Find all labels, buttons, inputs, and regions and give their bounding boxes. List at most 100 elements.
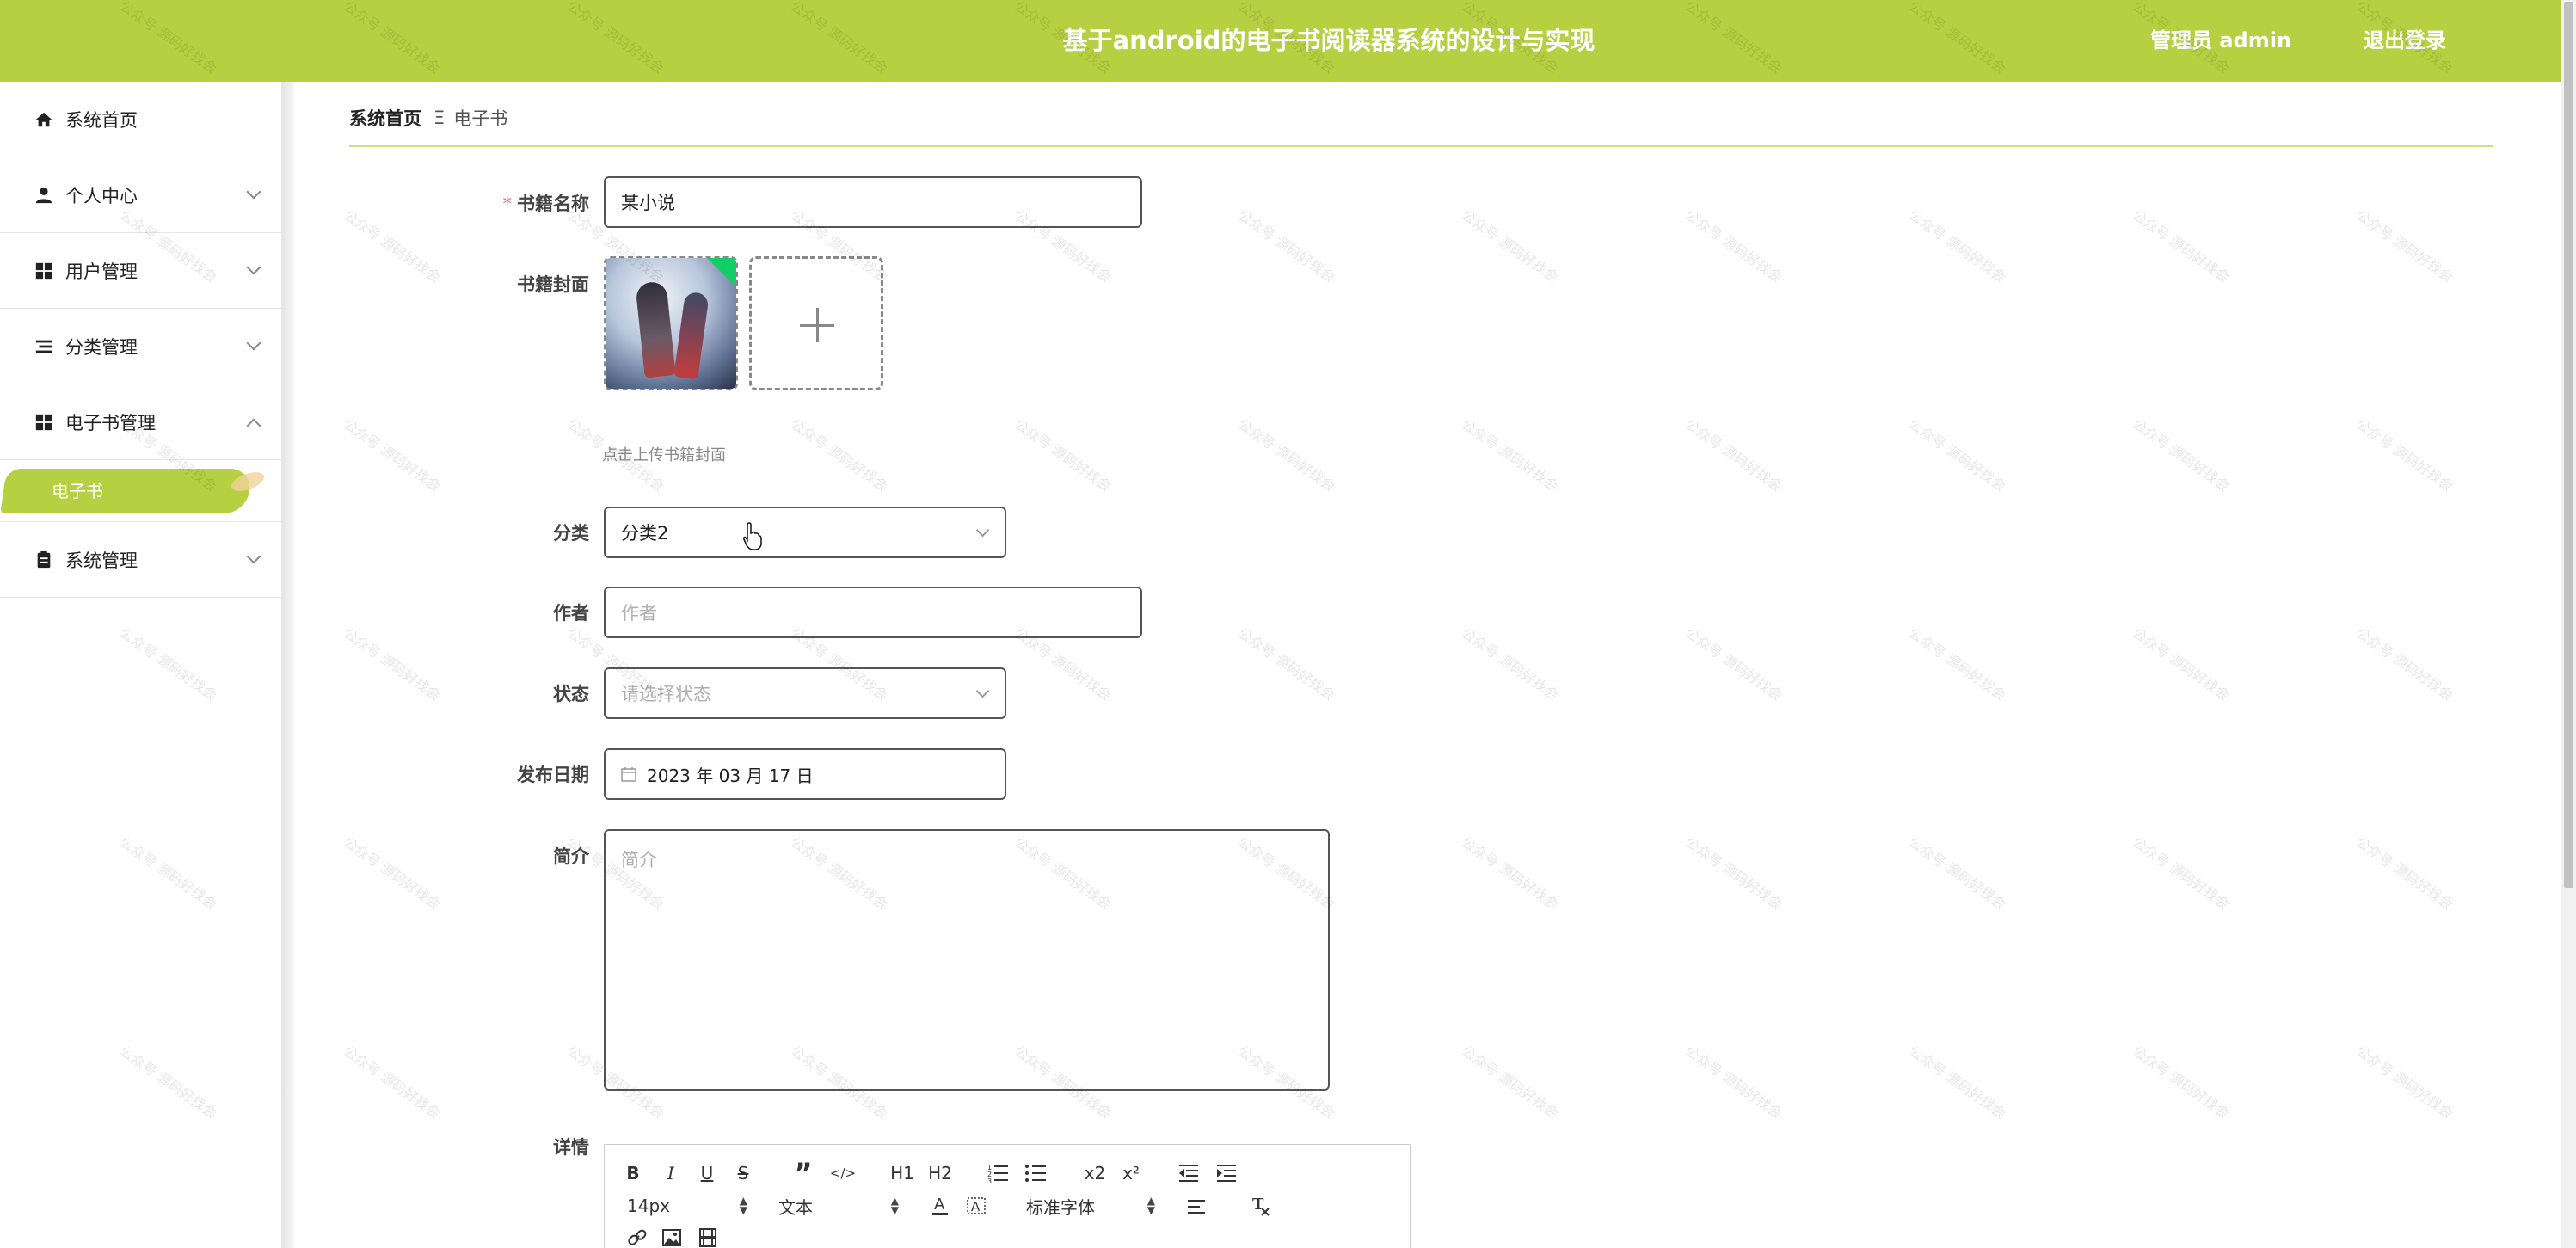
sidebar-item-categories[interactable]: 分类管理 bbox=[0, 309, 281, 384]
status-label: 状态 bbox=[553, 684, 589, 704]
blockquote-button[interactable]: ” bbox=[792, 1157, 815, 1190]
code-button[interactable]: </> bbox=[830, 1160, 856, 1186]
chevron-up-icon bbox=[246, 418, 261, 433]
video-icon[interactable] bbox=[698, 1227, 718, 1248]
watermark-text: 公众号 源码好找会 bbox=[2129, 415, 2233, 495]
page-scrollbar[interactable] bbox=[2561, 0, 2576, 1248]
hand-cursor-icon bbox=[743, 522, 762, 550]
svg-text:T: T bbox=[1252, 1196, 1264, 1214]
sidebar-item-home[interactable]: 系统首页 bbox=[0, 82, 281, 157]
chevron-down-icon bbox=[246, 335, 261, 351]
bullet-list-icon[interactable] bbox=[1024, 1162, 1047, 1184]
text-type-select[interactable]: 文本 ▲ ▼ bbox=[778, 1193, 899, 1219]
breadcrumb-home[interactable]: 系统首页 bbox=[349, 105, 421, 131]
watermark-text: 公众号 源码好找会 bbox=[2129, 624, 2233, 704]
sidebar-shadow bbox=[282, 82, 294, 1248]
sidebar-subitem-label[interactable]: 电子书 bbox=[52, 460, 103, 522]
updown-icon: ▲ ▼ bbox=[1147, 1195, 1155, 1216]
current-user: 管理员 admin bbox=[2150, 28, 2292, 52]
chevron-down-icon bbox=[246, 549, 261, 564]
svg-text:A: A bbox=[934, 1196, 945, 1214]
intro-textarea[interactable] bbox=[604, 829, 1330, 1091]
heading2-button[interactable]: H2 bbox=[926, 1160, 954, 1186]
sidebar-item-profile[interactable]: 个人中心 bbox=[0, 157, 281, 233]
sidebar-item-label: 系统首页 bbox=[65, 109, 138, 131]
plus-icon bbox=[816, 308, 819, 342]
detail-label: 详情 bbox=[553, 1137, 589, 1158]
watermark-text: 公众号 源码好找会 bbox=[1681, 1042, 1786, 1122]
chevron-down-icon bbox=[975, 523, 990, 538]
clipboard-icon bbox=[37, 550, 51, 568]
watermark-text: 公众号 源码好找会 bbox=[2352, 415, 2456, 495]
updown-icon: ▲ ▼ bbox=[890, 1195, 899, 1216]
image-icon[interactable] bbox=[661, 1227, 682, 1248]
indent-icon[interactable] bbox=[1215, 1162, 1238, 1184]
logout-button[interactable]: 退出登录 bbox=[2364, 0, 2446, 82]
watermark-text: 公众号 源码好找会 bbox=[2129, 1042, 2233, 1122]
calendar-icon bbox=[621, 767, 636, 782]
sidebar-item-ebooks[interactable]: 电子书管理 bbox=[0, 384, 281, 460]
home-icon bbox=[35, 112, 52, 126]
link-icon[interactable] bbox=[627, 1227, 648, 1248]
scrollbar-thumb[interactable] bbox=[2564, 2, 2573, 888]
date-picker[interactable]: 2023 年 03 月 17 日 bbox=[604, 748, 1006, 800]
sidebar-item-system[interactable]: 系统管理 bbox=[0, 522, 281, 598]
list-icon bbox=[35, 340, 52, 353]
chevron-down-icon bbox=[246, 260, 261, 275]
category-select[interactable]: 分类2 bbox=[604, 507, 1006, 558]
updown-icon: ▲ ▼ bbox=[739, 1195, 747, 1216]
sidebar-submenu: 电子书 bbox=[0, 460, 281, 522]
font-family-value: 标准字体 bbox=[1026, 1196, 1095, 1218]
watermark-text: 公众号 源码好找会 bbox=[1458, 1042, 1562, 1122]
sidebar: 系统首页 个人中心 用户管理 分类管理 电子书管理 电子书 系统管理 bbox=[0, 82, 282, 1248]
bold-button[interactable]: B bbox=[624, 1160, 642, 1186]
author-placeholder: 作者 bbox=[621, 603, 657, 624]
watermark-text: 公众号 源码好找会 bbox=[1234, 624, 1338, 704]
clear-format-icon[interactable]: T bbox=[1250, 1195, 1272, 1217]
font-size-select[interactable]: 14px ▲ ▼ bbox=[627, 1193, 747, 1219]
author-input[interactable]: 作者 bbox=[604, 587, 1142, 638]
sidebar-item-users[interactable]: 用户管理 bbox=[0, 233, 281, 309]
font-family-select[interactable]: 标准字体 ▲ ▼ bbox=[1026, 1193, 1155, 1219]
chevron-down-icon bbox=[975, 684, 990, 698]
background-color-icon[interactable]: A bbox=[966, 1195, 987, 1217]
status-select[interactable]: 请选择状态 bbox=[604, 667, 1006, 719]
watermark-text: 公众号 源码好找会 bbox=[340, 1042, 444, 1122]
cover-image[interactable] bbox=[604, 256, 738, 390]
align-icon[interactable] bbox=[1186, 1196, 1207, 1217]
author-label: 作者 bbox=[553, 603, 589, 624]
svg-text:3: 3 bbox=[987, 1177, 992, 1184]
chevron-down-icon bbox=[246, 184, 261, 200]
breadcrumb-current: 电子书 bbox=[453, 108, 508, 129]
strike-button[interactable]: S bbox=[734, 1160, 753, 1186]
watermark-text: 公众号 源码好找会 bbox=[2352, 624, 2456, 704]
cover-label: 书籍封面 bbox=[517, 274, 589, 295]
outdent-icon[interactable] bbox=[1177, 1162, 1200, 1184]
underline-button[interactable]: U bbox=[698, 1160, 716, 1186]
watermark-text: 公众号 源码好找会 bbox=[787, 415, 891, 495]
book-name-input[interactable]: 某小说 bbox=[604, 176, 1142, 228]
subscript-button[interactable]: x2 bbox=[1083, 1160, 1107, 1186]
italic-button[interactable]: I bbox=[661, 1160, 680, 1186]
watermark-text: 公众号 源码好找会 bbox=[2129, 206, 2233, 286]
watermark-text: 公众号 源码好找会 bbox=[1905, 1042, 2009, 1122]
watermark-text: 公众号 源码好找会 bbox=[2352, 206, 2456, 286]
breadcrumb-divider bbox=[349, 145, 2493, 147]
category-value: 分类2 bbox=[621, 523, 669, 544]
font-color-icon[interactable]: A bbox=[930, 1195, 950, 1217]
category-label: 分类 bbox=[553, 523, 589, 544]
watermark-text: 公众号 源码好找会 bbox=[1681, 624, 1786, 704]
heading1-button[interactable]: H1 bbox=[888, 1160, 916, 1186]
upload-cover-button[interactable] bbox=[749, 256, 883, 390]
superscript-button[interactable]: x² bbox=[1119, 1160, 1143, 1186]
rich-text-editor: B I U S ” </> H1 H2 123 x2 x² 14px ▲ ▼ 文本 ▲… bbox=[604, 1144, 1411, 1248]
book-name-value: 某小说 bbox=[621, 193, 675, 213]
cover-hint: 点击上传书籍封面 bbox=[602, 446, 726, 464]
app-title: 基于android的电子书阅读器系统的设计与实现 bbox=[1062, 26, 1595, 55]
sidebar-item-label: 系统管理 bbox=[65, 550, 138, 571]
watermark-text: 公众号 源码好找会 bbox=[1458, 833, 1562, 913]
ordered-list-icon[interactable]: 123 bbox=[987, 1162, 1009, 1184]
watermark-text: 公众号 源码好找会 bbox=[2352, 1042, 2456, 1122]
watermark-text: 公众号 源码好找会 bbox=[2129, 833, 2233, 913]
sidebar-subitem-ebook[interactable] bbox=[0, 469, 253, 513]
